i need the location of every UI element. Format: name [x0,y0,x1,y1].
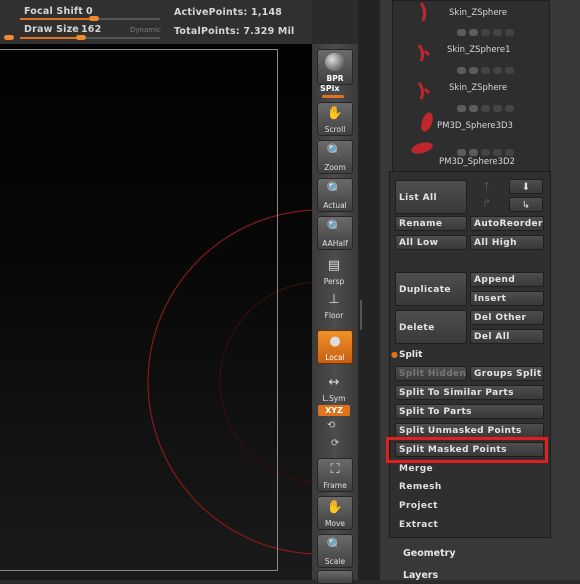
extract-subpalette[interactable]: Extract [399,520,438,530]
rename-button[interactable]: Rename [395,216,467,231]
section-bullet-icon: ● [391,350,398,359]
delete-button[interactable]: Delete [395,310,467,344]
list-all-button[interactable]: List All [395,180,467,214]
actual-button[interactable]: 🔍 Actual [317,178,353,212]
dynamic-toggle[interactable]: Dynamic [130,26,161,34]
draw-size-left-knob[interactable] [4,35,14,40]
subtool-item[interactable]: Skin_ZSphere [413,75,543,112]
subtool-thumbnail-icon [411,142,433,154]
local-icon: ● [329,334,341,349]
spix-slider[interactable] [322,95,344,98]
groups-split-button[interactable]: Groups Split [470,366,544,381]
xyz-button[interactable]: XYZ [318,405,350,416]
hand-icon: ✋ [326,106,344,121]
subtool-thumbnail-icon [417,44,431,62]
split-unmasked-button[interactable]: Split Unmasked Points [395,423,544,438]
draw-size-value: 162 [81,24,102,35]
move-hand-icon: ✋ [326,500,344,515]
collapse-handle[interactable] [360,300,368,330]
subtool-list: Skin_ZSphere Skin_ZSphere1 Skin_ZSphere … [392,0,550,174]
project-subpalette[interactable]: Project [399,501,438,511]
zoom-button[interactable]: 🔍 Zoom [317,140,353,174]
sphere-icon [325,53,345,71]
subtool-item[interactable]: PM3D_Sphere3D3 [413,112,543,137]
top-toolbar: Focal Shift 0 Draw Size 162 Dynamic Acti… [0,0,312,44]
focal-shift-label: Focal Shift [24,6,83,17]
subtool-item[interactable]: Skin_ZSphere [413,1,543,36]
subtool-thumbnail-icon [417,82,431,100]
auto-reorder-button[interactable]: AutoReorder [470,216,544,231]
split-similar-parts-button[interactable]: Split To Similar Parts [395,385,544,400]
layers-menu[interactable]: Layers [403,570,438,581]
split-hidden-button[interactable]: Split Hidden [395,366,467,381]
move-button[interactable]: ✋ Move [317,496,353,530]
split-to-parts-button[interactable]: Split To Parts [395,404,544,419]
merge-subpalette[interactable]: Merge [399,464,433,474]
magnifier-icon: 🔍 [326,182,344,197]
scale-icon: 🔍 [326,538,344,553]
magnifier-icon: 🔍 [326,144,344,159]
move-corner-button[interactable]: ↳ [509,197,543,212]
duplicate-button[interactable]: Duplicate [395,272,467,306]
remesh-subpalette[interactable]: Remesh [399,482,442,492]
subtool-thumbnail-icon [421,112,433,132]
subtool-toggles[interactable] [457,59,517,74]
append-button[interactable]: Append [470,272,544,287]
subtool-toggles[interactable] [457,97,517,112]
frame-icon: ⛶ [330,462,340,477]
document-frame [0,49,278,571]
persp-button[interactable]: ▤ Persp [317,255,351,287]
symmetry-icon: ↔ [328,375,340,390]
subtool-toggles[interactable] [457,141,517,156]
scale-button[interactable]: 🔍 Scale [317,534,353,568]
all-high-button[interactable]: All High [470,235,544,250]
right-shelf: BPR SPix ✋ Scroll 🔍 Zoom 🔍 Actual 🔍 AAHa… [312,44,358,584]
arrow-corner-icon: ↱ [482,197,492,210]
subtool-item[interactable]: PM3D_Sphere3D2 [409,137,543,171]
spix-label: SPix [320,84,340,93]
rotate-alt-icon[interactable]: ⟳ [331,438,339,449]
draw-size-knob[interactable] [76,35,86,40]
total-points-readout: TotalPoints: 7.329 Mil [174,26,295,37]
scroll-button[interactable]: ✋ Scroll [317,102,353,136]
highlight-box [386,437,548,463]
subtool-thumbnail-icon [419,2,427,22]
aahalf-button[interactable]: 🔍 AAHalf [317,216,353,250]
floor-icon: ⊥ [328,292,340,307]
active-points-readout: ActivePoints: 1,148 [174,7,283,18]
move-down-button[interactable]: ⬇ [509,179,543,194]
frame-button[interactable]: ⛶ Frame [317,458,353,492]
rotate-button[interactable] [317,570,353,584]
geometry-menu[interactable]: Geometry [403,548,456,559]
del-other-button[interactable]: Del Other [470,310,544,325]
insert-button[interactable]: Insert [470,291,544,306]
all-low-button[interactable]: All Low [395,235,467,250]
magnifier-icon: 🔍 [326,220,344,235]
draw-size-slider[interactable] [20,37,160,39]
arrow-up-icon: ↑ [482,180,492,193]
draw-size-label: Draw Size [24,24,79,35]
subtool-item[interactable]: Skin_ZSphere1 [413,37,543,74]
rotate-icon[interactable]: ⟲ [327,420,335,431]
del-all-button[interactable]: Del All [470,329,544,344]
floor-button[interactable]: ⊥ Floor [317,289,351,321]
local-button[interactable]: ● Local [317,330,353,364]
subtool-toggles[interactable] [457,21,517,36]
lsym-button[interactable]: ↔ L.Sym [317,372,351,404]
bpr-button[interactable]: BPR [317,49,353,85]
focal-shift-knob[interactable] [89,16,99,21]
grid-icon: ▤ [327,258,341,273]
shelf-divider [358,0,380,580]
split-section-title[interactable]: Split [399,350,422,360]
